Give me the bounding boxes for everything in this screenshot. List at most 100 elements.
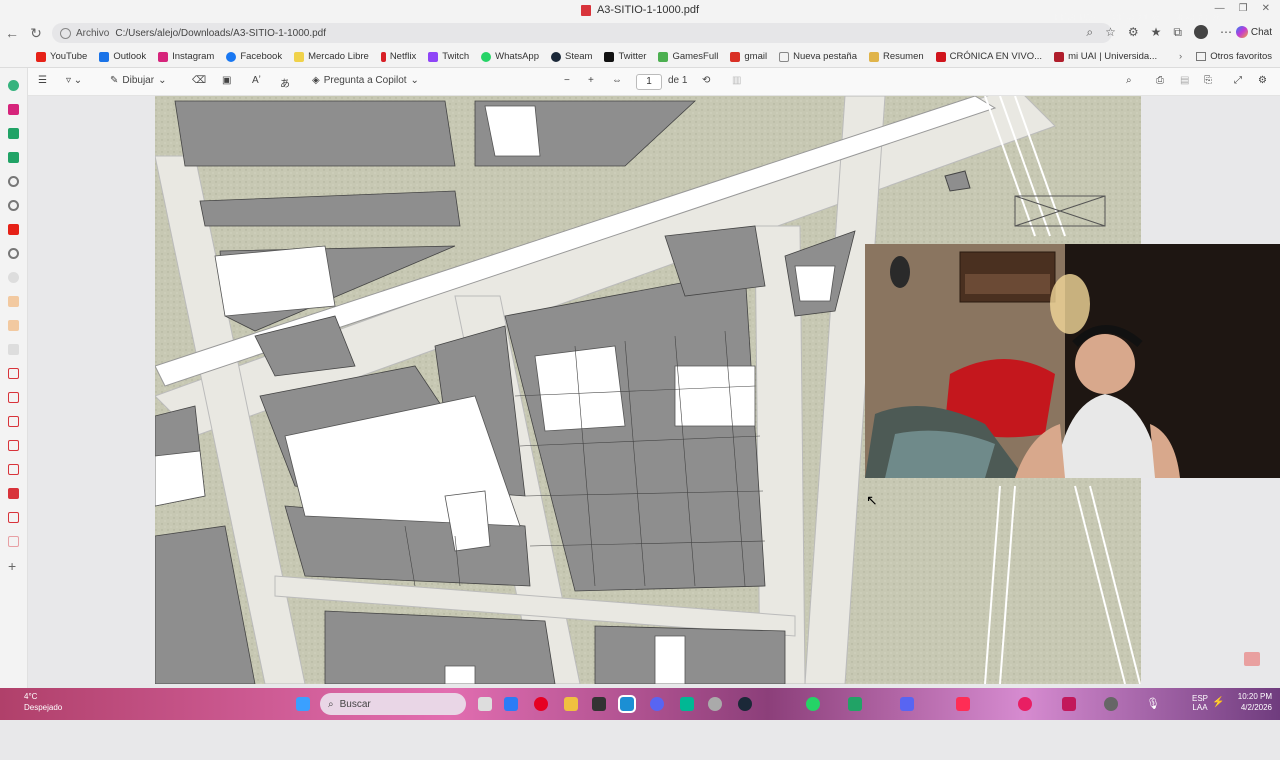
sidebar-pdf-icon-active[interactable]	[8, 488, 19, 499]
fullscreen-icon[interactable]: ⤢	[1234, 75, 1242, 86]
copilot-button[interactable]: ◈ Pregunta a Copilot ⌄	[312, 75, 419, 86]
task-view-icon[interactable]	[478, 697, 492, 711]
microphone-icon[interactable]: 🎙	[1146, 697, 1160, 711]
steam-taskbar-icon[interactable]	[738, 697, 752, 711]
sidebar-excel-icon-2[interactable]	[8, 152, 19, 163]
start-windows-icon[interactable]	[296, 697, 310, 711]
bookmark-netflix[interactable]: Netflix	[375, 51, 422, 62]
bookmark-steam[interactable]: Steam	[545, 51, 598, 62]
translate-icon[interactable]: あ	[280, 75, 290, 90]
bookmark-nueva-pestana[interactable]: Nueva pestaña	[773, 51, 863, 62]
info-icon[interactable]	[60, 27, 71, 39]
sidebar-tab-icon[interactable]	[8, 296, 19, 307]
back-icon[interactable]: ←	[0, 25, 24, 41]
reload-icon[interactable]: ↻	[24, 25, 48, 42]
page-view-icon[interactable]: ▥	[732, 75, 741, 86]
settings-gear-icon[interactable]: ⚙	[1258, 75, 1267, 86]
eraser-icon[interactable]: ⌫	[192, 75, 206, 86]
contents-icon[interactable]: ☰	[38, 75, 47, 86]
chevron-right-icon[interactable]: ›	[1179, 51, 1182, 62]
clock[interactable]: 10:20 PM 4/2/2026	[1238, 691, 1272, 713]
copilot-taskbar-icon[interactable]	[504, 697, 518, 711]
sidebar-instagram-icon[interactable]	[8, 104, 19, 115]
bookmark-uai[interactable]: mi UAI | Universida...	[1048, 51, 1163, 62]
tray-app-icon-6[interactable]	[1104, 697, 1118, 711]
sidebar-pdf-icon-3[interactable]	[8, 416, 19, 427]
add-tab-icon[interactable]: +	[8, 558, 16, 574]
bookmark-whatsapp[interactable]: WhatsApp	[475, 51, 545, 62]
sidebar-speaker-icon[interactable]	[8, 176, 19, 187]
sidebar-pdf-icon[interactable]	[8, 368, 19, 379]
minimize-icon[interactable]: —	[1215, 3, 1225, 14]
draw-button[interactable]: ✎ Dibujar ⌄	[110, 75, 166, 86]
page-number-input[interactable]: 1	[636, 74, 662, 90]
taskbar-search[interactable]: ⌕ Buscar	[320, 693, 466, 715]
tray-app-icon-5[interactable]	[1062, 697, 1076, 711]
sidebar-app-icon[interactable]	[8, 80, 19, 91]
print-icon[interactable]: ⎙	[1156, 75, 1164, 86]
bookmark-youtube[interactable]: YouTube	[0, 51, 93, 62]
zoom-icon[interactable]: ⌕	[1086, 25, 1093, 40]
tray-app-icon-4[interactable]	[1018, 697, 1032, 711]
save-as-icon[interactable]: ⎘	[1204, 75, 1212, 86]
highlight-icon[interactable]: ▿ ⌄	[66, 75, 82, 86]
sidebar-pdf-icon-6[interactable]	[8, 512, 19, 523]
file-explorer-icon[interactable]	[564, 697, 578, 711]
discord-icon[interactable]	[650, 697, 664, 711]
rotate-icon[interactable]: ⟲	[702, 75, 710, 86]
obs-icon[interactable]	[708, 697, 722, 711]
sidebar-doc-icon[interactable]	[8, 344, 19, 355]
more-menu-icon[interactable]: ⋯	[1220, 25, 1232, 40]
sidebar-youtube-icon[interactable]	[8, 224, 19, 235]
close-icon[interactable]: ✕	[1262, 3, 1270, 14]
sidebar-pdf-icon-2[interactable]	[8, 392, 19, 403]
tray-app-icon-3[interactable]	[956, 697, 970, 711]
sidebar-globe-icon[interactable]	[8, 272, 19, 283]
weather-widget[interactable]: 4°C Despejado	[24, 691, 62, 713]
app-icon[interactable]	[592, 697, 606, 711]
favorites-icon[interactable]: ★	[1151, 25, 1162, 40]
bookmark-outlook[interactable]: Outlook	[93, 51, 152, 62]
edge-icon[interactable]	[618, 695, 636, 713]
read-aloud-icon[interactable]: Aʼ	[252, 75, 261, 86]
fit-width-icon[interactable]: ⇔	[612, 75, 622, 86]
tray-whatsapp-icon[interactable]	[806, 697, 820, 711]
sidebar-tab-icon-2[interactable]	[8, 320, 19, 331]
profile-avatar[interactable]	[1194, 25, 1208, 39]
sidebar-pdf-icon-5[interactable]	[8, 464, 19, 475]
sidebar-excel-icon[interactable]	[8, 128, 19, 139]
acrobat-icon[interactable]	[1244, 652, 1260, 666]
save-icon[interactable]: ▤	[1180, 75, 1189, 86]
language-indicator[interactable]: ESP LAA	[1192, 694, 1208, 712]
sidebar-speaker-icon-3[interactable]	[8, 248, 19, 259]
bookmark-mercado-libre[interactable]: Mercado Libre	[288, 51, 375, 62]
bookmark-gamesfull[interactable]: GamesFull	[652, 51, 724, 62]
bookmark-twitch[interactable]: Twitch	[422, 51, 475, 62]
other-favorites[interactable]: › Otros favoritos	[1179, 51, 1272, 62]
favorite-star-icon[interactable]: ☆	[1105, 25, 1116, 40]
extensions-icon[interactable]: ⚙	[1128, 25, 1139, 40]
search-icon[interactable]: ⌕	[1126, 75, 1132, 86]
tray-app-icon[interactable]	[848, 697, 862, 711]
tray-app-icon-2[interactable]	[900, 697, 914, 711]
bookmark-cronica[interactable]: CRÓNICA EN VIVO...	[930, 51, 1048, 62]
pinterest-icon[interactable]	[534, 697, 548, 711]
network-volume-icon[interactable]: ⚡	[1212, 697, 1226, 711]
zoom-in-icon[interactable]: +	[588, 75, 594, 86]
copilot-chat-button[interactable]: Chat	[1235, 26, 1272, 38]
zoom-out-icon[interactable]: −	[564, 75, 570, 86]
bookmark-twitter[interactable]: Twitter	[598, 51, 652, 62]
instagram-icon	[158, 51, 169, 62]
text-box-icon[interactable]: ▣	[222, 75, 231, 86]
bookmark-gmail[interactable]: gmail	[724, 51, 773, 62]
sidebar-speaker-icon-2[interactable]	[8, 200, 19, 211]
url-field[interactable]: Archivo C:/Users/alejo/Downloads/A3-SITI…	[52, 23, 1112, 43]
maximize-icon[interactable]: ❐	[1239, 3, 1248, 14]
bookmark-instagram[interactable]: Instagram	[152, 51, 220, 62]
app-icon-2[interactable]	[680, 697, 694, 711]
sidebar-pdf-icon-7[interactable]	[8, 536, 19, 547]
sidebar-pdf-icon-4[interactable]	[8, 440, 19, 451]
bookmark-resumen[interactable]: Resumen	[863, 51, 930, 62]
collections-icon[interactable]: ⧉	[1173, 25, 1182, 40]
bookmark-facebook[interactable]: Facebook	[220, 51, 288, 62]
